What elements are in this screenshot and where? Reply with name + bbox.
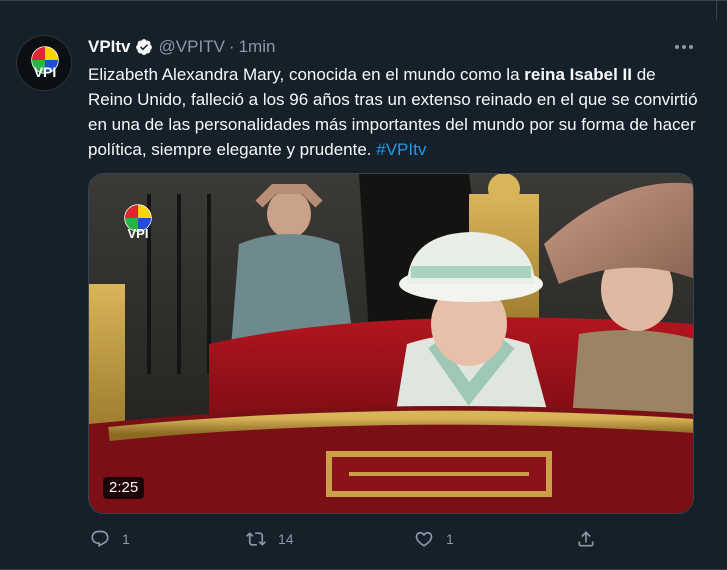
display-name[interactable]: VPItv	[88, 37, 131, 57]
tweet-text-part1: Elizabeth Alexandra Mary, conocida en el…	[88, 65, 525, 84]
divider	[0, 1, 717, 20]
media-logo-text: VPI	[128, 226, 149, 241]
handle[interactable]: @VPITV	[159, 37, 225, 57]
verified-badge-icon	[135, 38, 153, 56]
timestamp[interactable]: 1min	[239, 37, 276, 57]
retweet-button[interactable]: 14	[246, 529, 294, 549]
heart-icon	[415, 531, 433, 547]
tweet-text-bold: reina Isabel II	[524, 65, 632, 84]
tweet-header: VPItv @VPITV · 1min	[88, 36, 275, 58]
share-button[interactable]	[576, 529, 608, 549]
avatar-logo-text: VPI	[34, 64, 57, 80]
share-icon	[578, 531, 594, 547]
video-watermark-icon: VPI	[115, 200, 161, 244]
retweet-icon	[246, 532, 266, 546]
video-duration-badge: 2:25	[103, 477, 145, 499]
more-dots-icon[interactable]	[673, 38, 695, 56]
separator-dot: ·	[228, 37, 235, 56]
tweet-text: Elizabeth Alexandra Mary, conocida en el…	[88, 62, 698, 162]
reply-icon	[91, 530, 109, 548]
like-count: 1	[446, 531, 454, 547]
tweet-card[interactable]: VPI VPItv @VPITV · 1min Elizabeth Alexan…	[0, 0, 727, 570]
video-frame	[89, 174, 693, 513]
avatar[interactable]: VPI	[16, 35, 72, 91]
retweet-count: 14	[278, 531, 294, 547]
reply-button[interactable]: 1	[90, 529, 130, 549]
tweet-actions: 1 14 1	[88, 529, 694, 555]
reply-count: 1	[122, 531, 130, 547]
video-player[interactable]: VPI 2:25	[88, 173, 694, 514]
vpi-logo-icon: VPI	[18, 37, 71, 90]
like-button[interactable]: 1	[414, 529, 454, 549]
hashtag-link[interactable]: #VPItv	[376, 140, 426, 159]
